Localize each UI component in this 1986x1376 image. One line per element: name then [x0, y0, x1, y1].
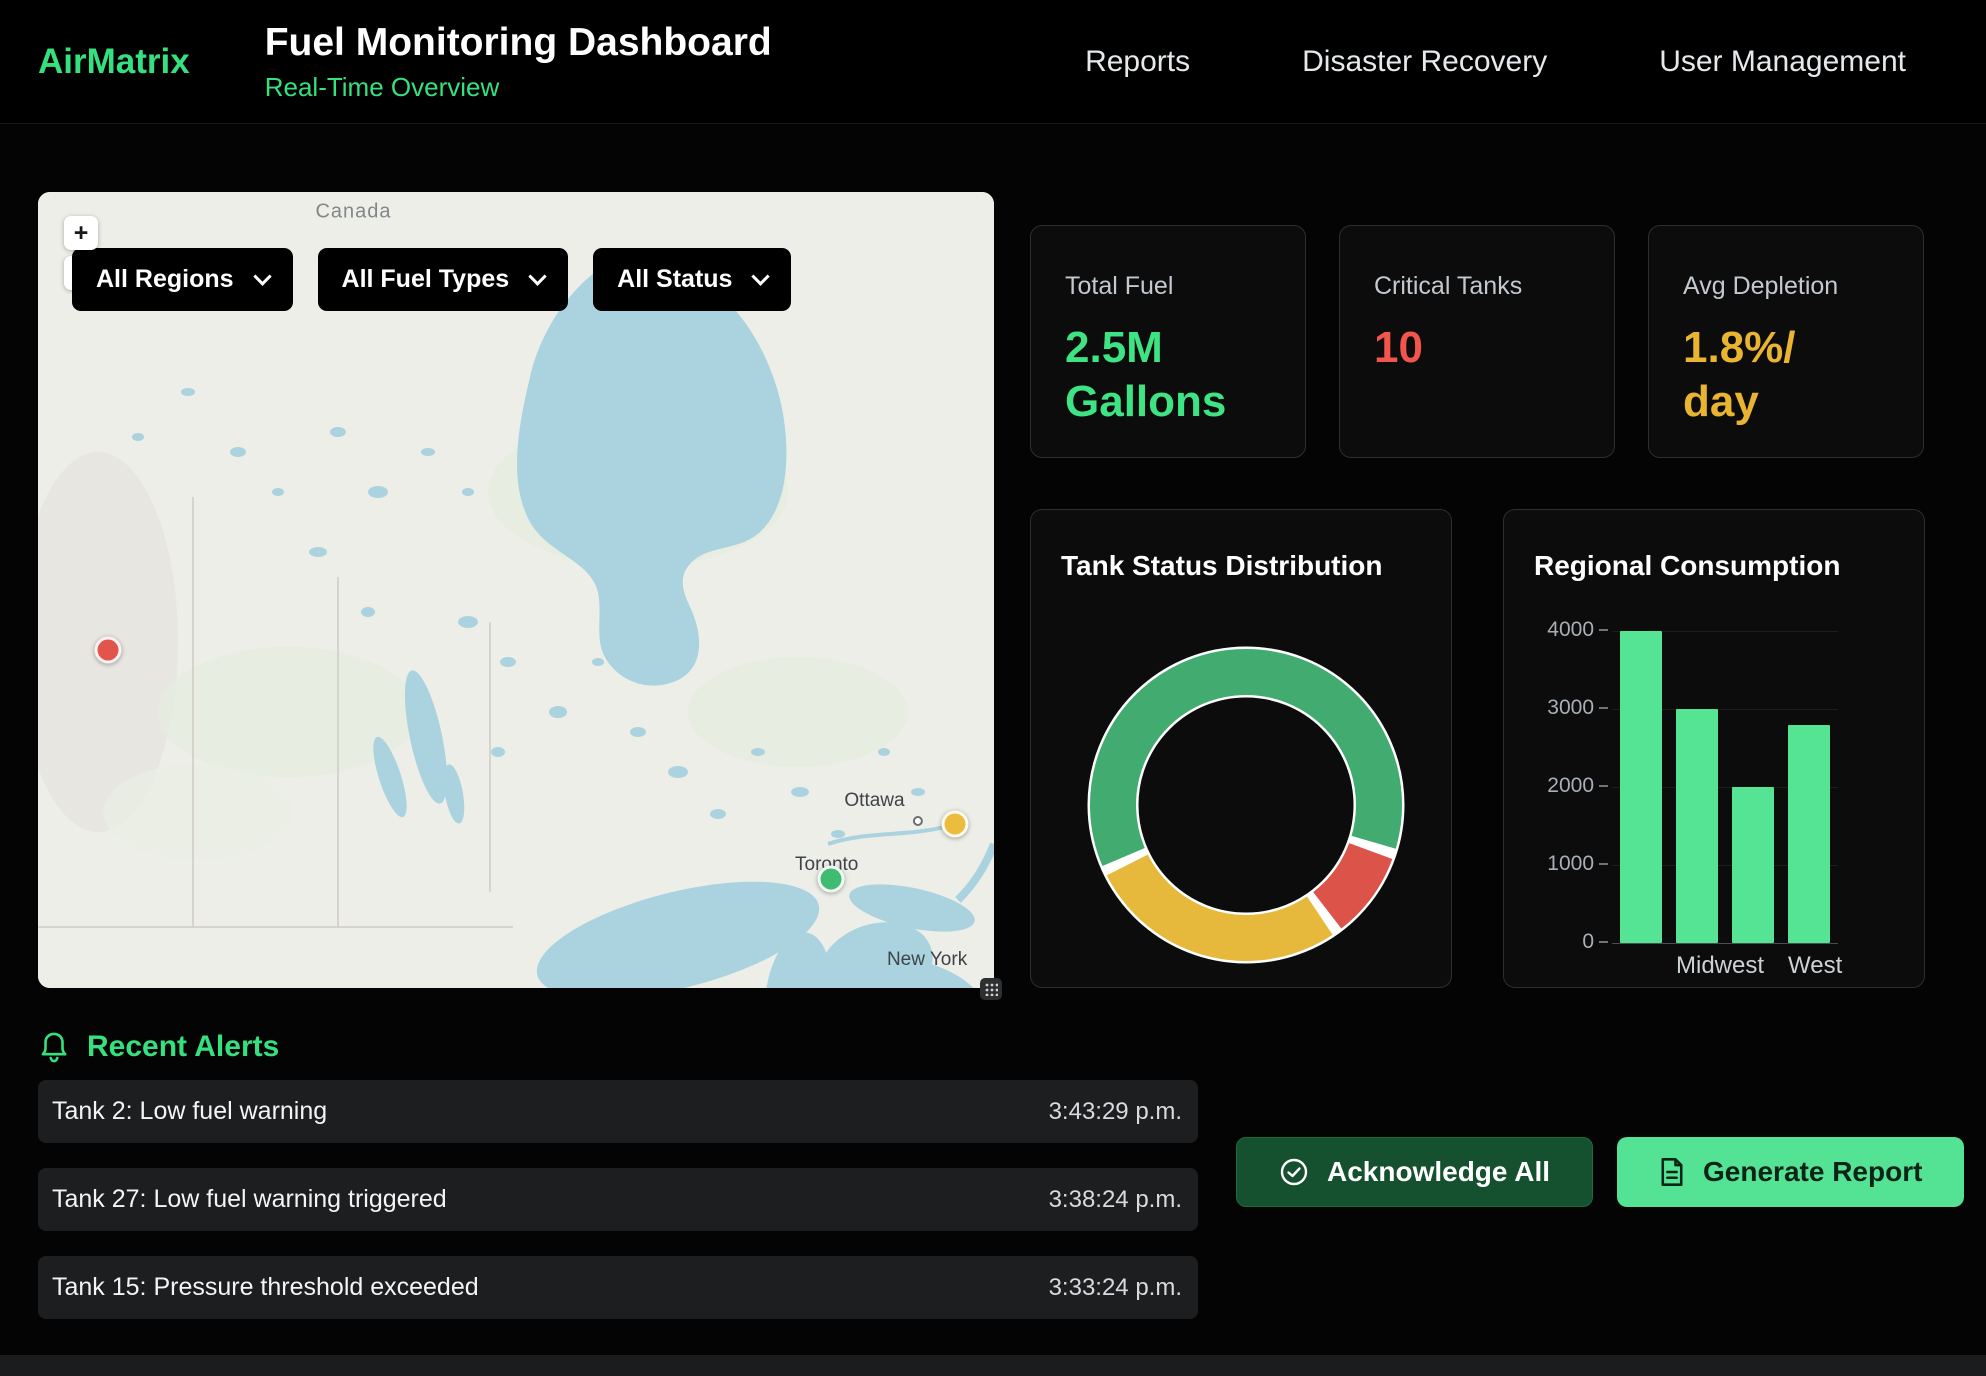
stat-value: 10: [1374, 321, 1594, 375]
filter-all-fuel-types[interactable]: All Fuel Types: [318, 248, 569, 311]
nav-item-user-management[interactable]: User Management: [1659, 45, 1906, 79]
alert-timestamp: 3:43:29 p.m.: [1049, 1098, 1182, 1126]
filter-label: All Fuel Types: [342, 265, 510, 294]
stat-value: 1.8%/ day: [1683, 321, 1903, 428]
footer-strip: [0, 1355, 1986, 1376]
resize-handle-icon[interactable]: [980, 978, 1002, 1000]
tank-marker-warning[interactable]: [941, 811, 968, 838]
bar-midwest: [1676, 709, 1718, 943]
map-canvas[interactable]: CanadaOttawaTorontoNew York + − All Regi…: [38, 192, 994, 988]
alert-message: Tank 15: Pressure threshold exceeded: [52, 1273, 479, 1302]
alerts-heading-row: Recent Alerts: [38, 1030, 1986, 1064]
y-tick-label: 3000: [1536, 696, 1594, 720]
filter-all-status[interactable]: All Status: [593, 248, 791, 311]
y-tick-label: 4000: [1536, 618, 1594, 642]
donut-chart: [1081, 640, 1411, 970]
stats-row: Total Fuel 2.5M Gallons Critical Tanks 10 Av…: [1030, 225, 1925, 458]
alert-message: Tank 2: Low fuel warning: [52, 1097, 327, 1126]
x-tick-label: West: [1788, 952, 1830, 980]
map-panel: CanadaOttawaTorontoNew York + − All Regi…: [38, 192, 994, 988]
generate-report-button[interactable]: Generate Report: [1617, 1137, 1964, 1207]
tank-marker-normal[interactable]: [817, 865, 844, 892]
bar-west: [1788, 725, 1830, 943]
y-tick-label: 1000: [1536, 852, 1594, 876]
nav-item-disaster-recovery[interactable]: Disaster Recovery: [1302, 45, 1547, 79]
alert-row[interactable]: Tank 27: Low fuel warning triggered 3:38:…: [38, 1168, 1198, 1231]
x-tick-label: Midwest: [1676, 952, 1718, 980]
alerts-section: Recent Alerts Tank 2: Low fuel warning 3:…: [0, 1030, 1986, 1344]
y-tick-label: 0: [1536, 930, 1594, 954]
check-circle-icon: [1279, 1157, 1309, 1187]
alert-timestamp: 3:38:24 p.m.: [1049, 1186, 1182, 1214]
regional-consumption-card: Regional Consumption 0 1000 2000 3000 4000 M…: [1503, 509, 1925, 988]
acknowledge-all-label: Acknowledge All: [1327, 1156, 1550, 1188]
gridline: [1612, 943, 1838, 944]
chevron-down-icon: [253, 267, 271, 285]
stat-card-critical-tanks: Critical Tanks 10: [1339, 225, 1615, 458]
bar-chart-bars: [1612, 631, 1838, 943]
title-block: Fuel Monitoring Dashboard Real-Time Over…: [265, 21, 772, 103]
alerts-actions: Acknowledge All Generate Report: [1236, 1137, 1964, 1344]
right-column: Total Fuel 2.5M Gallons Critical Tanks 10 Av…: [1030, 225, 1925, 988]
tank-marker-critical[interactable]: [94, 637, 121, 664]
stat-card-total-fuel: Total Fuel 2.5M Gallons: [1030, 225, 1306, 458]
alert-row[interactable]: Tank 15: Pressure threshold exceeded 3:33…: [38, 1256, 1198, 1319]
stat-value: 2.5M Gallons: [1065, 321, 1285, 428]
stat-card-avg-depletion: Avg Depletion 1.8%/ day: [1648, 225, 1924, 458]
charts-row: Tank Status Distribution Regional Consum…: [1030, 509, 1925, 988]
alert-timestamp: 3:33:24 p.m.: [1049, 1274, 1182, 1302]
page-title: Fuel Monitoring Dashboard: [265, 21, 772, 65]
y-tick-mark: [1599, 785, 1608, 787]
document-icon: [1659, 1157, 1685, 1187]
x-tick-label: [1732, 952, 1774, 980]
tank-status-title: Tank Status Distribution: [1061, 550, 1431, 582]
alerts-list: Tank 2: Low fuel warning3:43:29 p.m.Tank…: [38, 1080, 1198, 1344]
generate-report-label: Generate Report: [1703, 1156, 1922, 1188]
alert-row[interactable]: Tank 2: Low fuel warning 3:43:29 p.m.: [38, 1080, 1198, 1143]
regional-consumption-title: Regional Consumption: [1534, 550, 1904, 582]
bar-region-1: [1620, 631, 1662, 943]
stat-label: Total Fuel: [1065, 272, 1285, 301]
bell-icon: [38, 1030, 70, 1064]
header: AirMatrix Fuel Monitoring Dashboard Real…: [0, 0, 1986, 124]
chevron-down-icon: [752, 267, 770, 285]
bar-chart: 01000200030004000 MidwestWest: [1536, 630, 1904, 980]
bar-chart-plot: [1612, 631, 1838, 943]
stat-label: Avg Depletion: [1683, 272, 1903, 301]
filter-label: All Status: [617, 265, 732, 294]
brand-logo[interactable]: AirMatrix: [38, 42, 190, 82]
acknowledge-all-button[interactable]: Acknowledge All: [1236, 1137, 1593, 1207]
x-tick-label: [1620, 952, 1662, 980]
tank-status-card: Tank Status Distribution: [1030, 509, 1452, 988]
y-tick-mark: [1599, 629, 1608, 631]
stat-label: Critical Tanks: [1374, 272, 1594, 301]
y-tick-mark: [1599, 941, 1608, 943]
y-tick-label: 2000: [1536, 774, 1594, 798]
y-tick-mark: [1599, 707, 1608, 709]
main-content: CanadaOttawaTorontoNew York + − All Regi…: [0, 124, 1986, 988]
nav-item-reports[interactable]: Reports: [1085, 45, 1190, 79]
filter-all-regions[interactable]: All Regions: [72, 248, 293, 311]
bar-chart-plot-wrap: Midwest West: [1612, 631, 1838, 980]
y-tick-mark: [1599, 863, 1608, 865]
filter-label: All Regions: [96, 265, 234, 294]
main-nav: Reports Disaster Recovery User Management: [1085, 45, 1906, 79]
map-filter-bar: All Regions All Fuel Types All Status: [72, 248, 791, 311]
bar-chart-y-axis: 01000200030004000: [1536, 630, 1612, 942]
page-subtitle: Real-Time Overview: [265, 72, 772, 103]
chevron-down-icon: [528, 267, 546, 285]
bar-region-3: [1732, 787, 1774, 943]
alerts-body: Tank 2: Low fuel warning3:43:29 p.m.Tank…: [38, 1080, 1986, 1344]
alert-message: Tank 27: Low fuel warning triggered: [52, 1185, 447, 1214]
map-terrain: [38, 192, 994, 988]
zoom-in-button[interactable]: +: [64, 216, 98, 250]
alerts-heading: Recent Alerts: [87, 1030, 279, 1064]
bar-chart-x-labels: Midwest West: [1612, 952, 1838, 980]
